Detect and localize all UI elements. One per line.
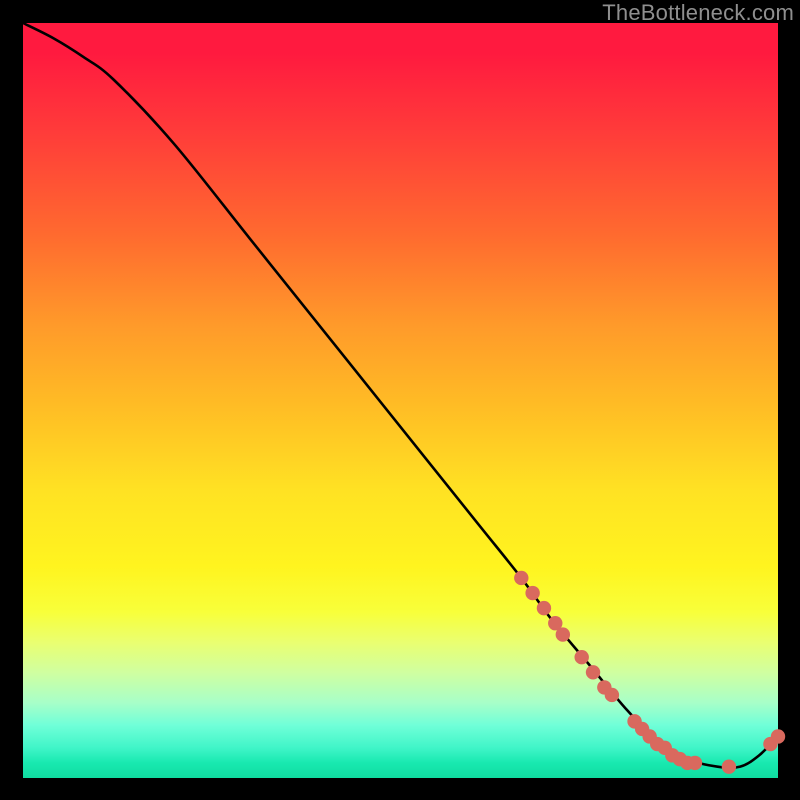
data-marker <box>605 688 619 702</box>
data-marker <box>586 665 600 679</box>
data-marker <box>688 756 702 770</box>
data-markers <box>514 571 785 774</box>
data-marker <box>514 571 528 585</box>
data-marker <box>537 601 551 615</box>
data-marker <box>771 729 785 743</box>
data-marker <box>525 586 539 600</box>
data-marker <box>722 759 736 773</box>
chart-frame <box>23 23 778 778</box>
data-marker <box>556 627 570 641</box>
watermark-text: TheBottleneck.com <box>602 0 794 26</box>
data-marker <box>575 650 589 664</box>
chart-svg <box>23 23 778 778</box>
bottleneck-curve <box>23 23 778 768</box>
